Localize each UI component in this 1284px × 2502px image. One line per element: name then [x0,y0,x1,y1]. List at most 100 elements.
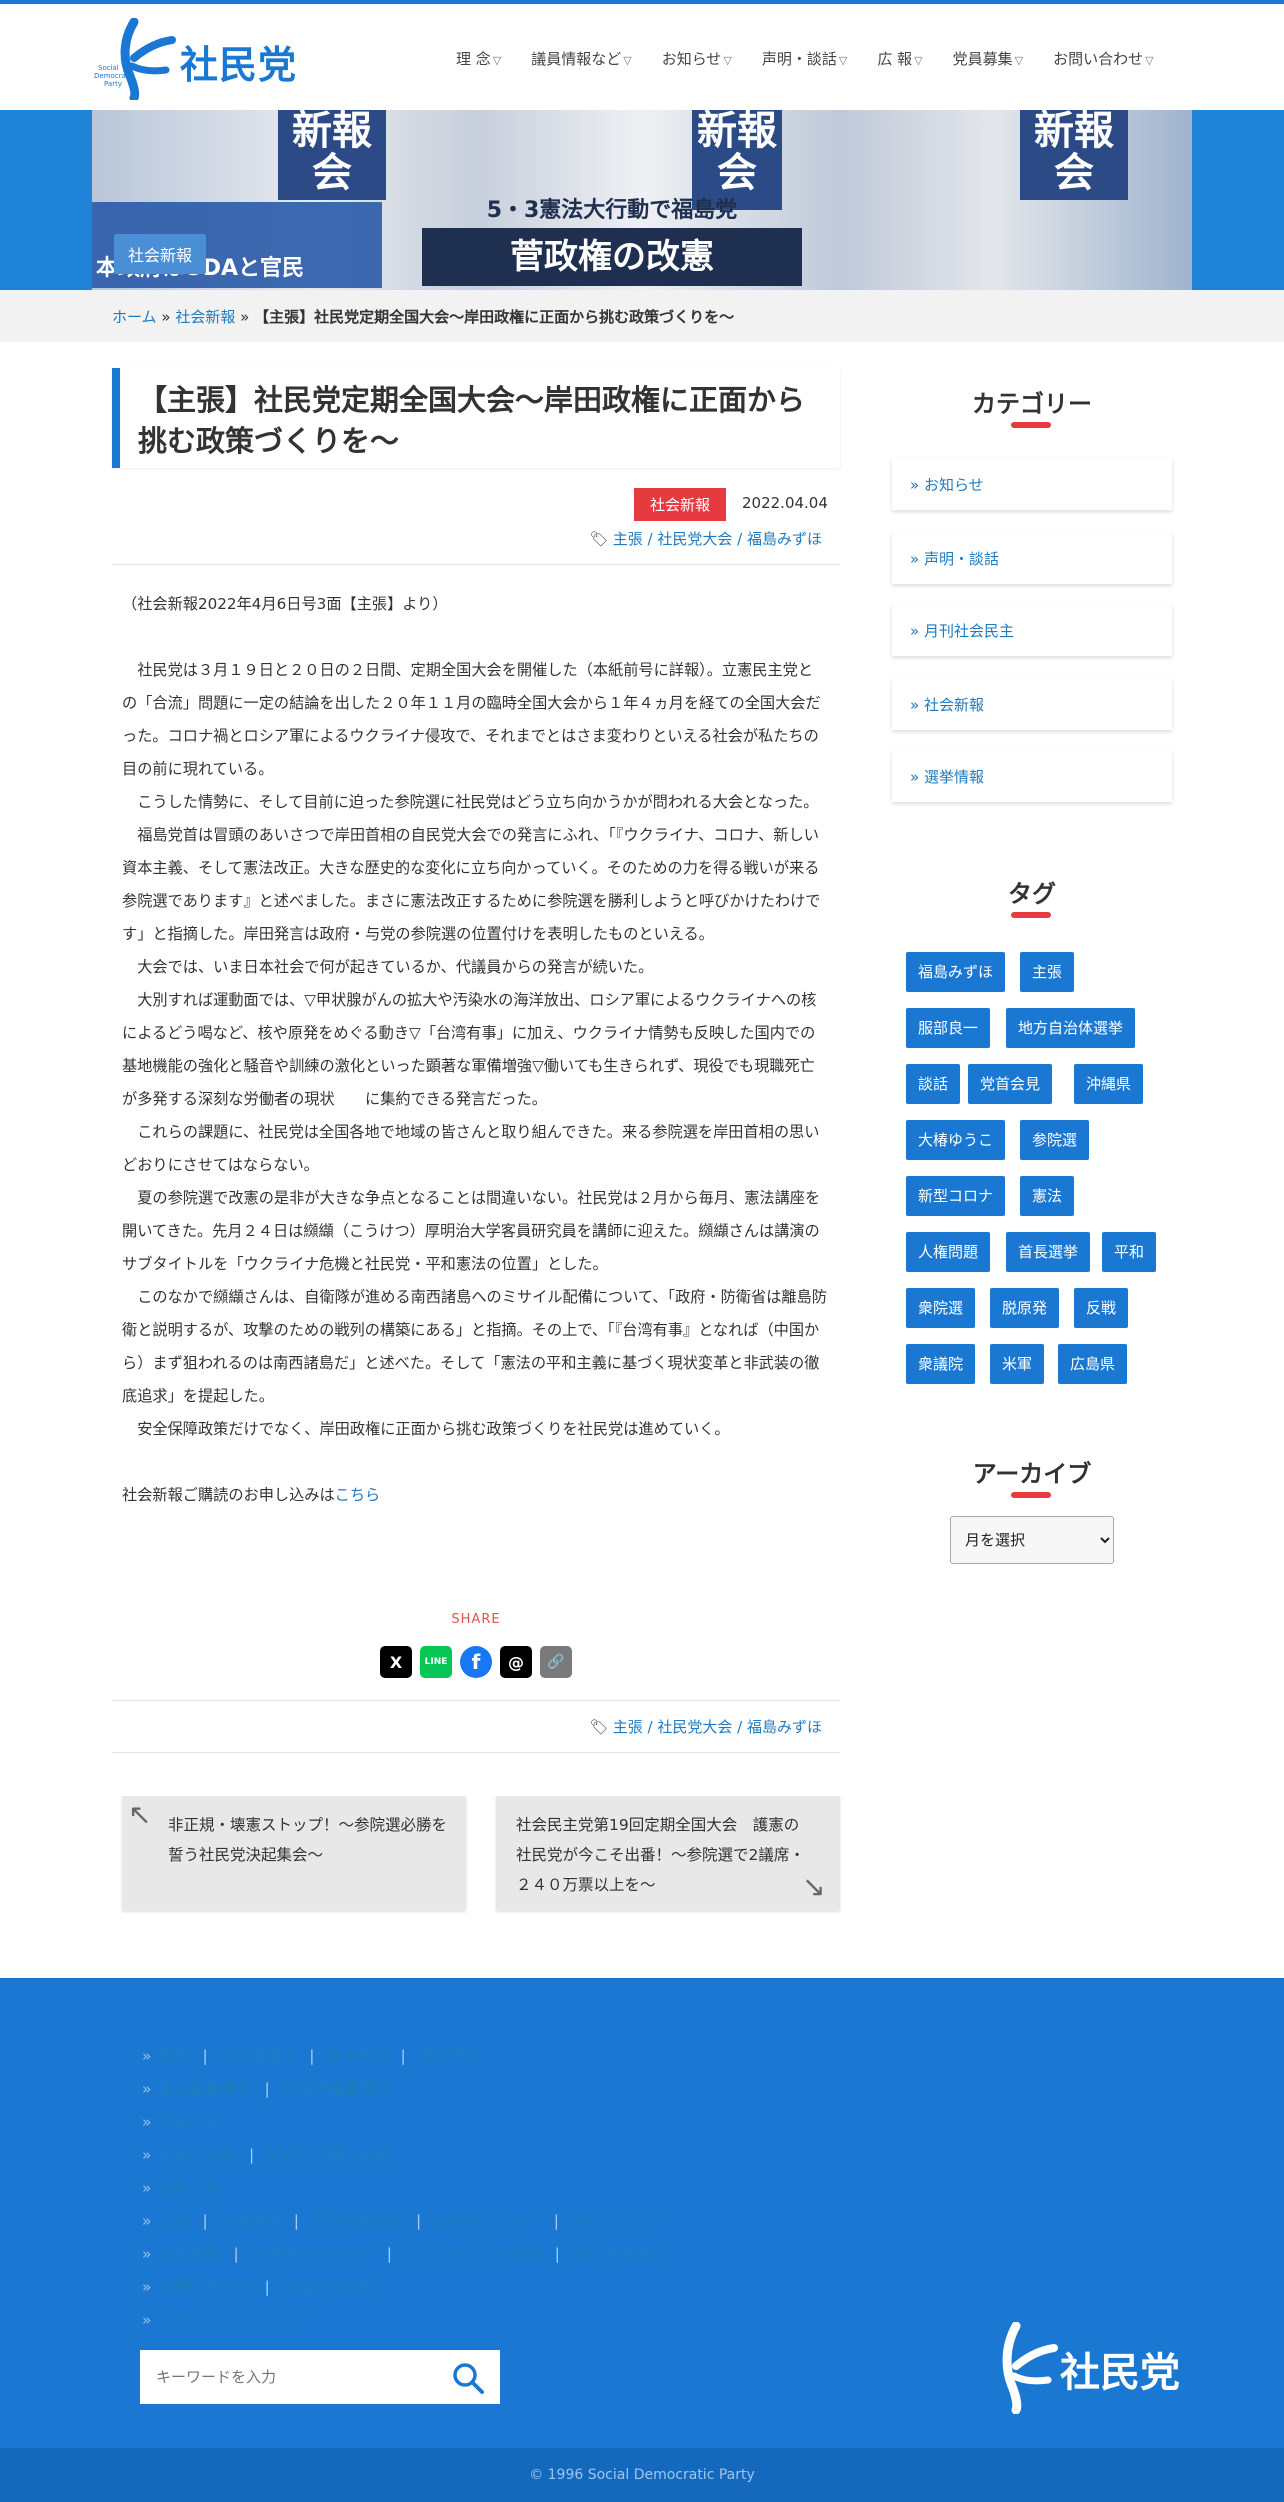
post-tag-link[interactable]: 福島みずほ [747,530,822,548]
sidebar-category-item[interactable]: » 選挙情報 [892,750,1172,802]
footer-bullet: » [142,2212,152,2230]
sidebar-tag[interactable]: 衆議院 [906,1344,976,1384]
search-input[interactable] [156,2350,436,2404]
breadcrumb-bar: ホーム » 社会新報 » 【主張】社民党定期全国大会〜岸田政権に正面から挑む政策… [0,290,1284,342]
footer-logo[interactable]: 社民党 [976,2321,1186,2415]
party-logo-mark: Social Democratic Party [94,17,176,103]
footer-link[interactable]: ダウンロード [571,2212,664,2230]
copyright: © 1996 Social Democratic Party [0,2448,1284,2502]
sidebar-tag[interactable]: 沖縄県 [1074,1064,1144,1104]
sidebar-tag[interactable]: 新型コロナ [906,1176,1006,1216]
footer-link[interactable]: 自治体議員情報 [282,2080,391,2098]
post-tag-link[interactable]: 主張 [613,1718,643,1736]
divider [112,1752,840,1753]
sidebar-tag[interactable]: 大椿ゆうこ [906,1120,1006,1160]
footer-links: » 理念 | 社民党宣言 | 基本政策 | 政策資料» 国会議員情報 | 自治体議員情報» お知らせ»… [142,2040,665,2337]
banner-paper-text: 新報会 [292,110,372,196]
footer-bullet: » [142,2047,152,2065]
footer-separator: | [264,2080,270,2098]
archive-month-select[interactable]: 月を選択 [950,1516,1114,1564]
line-share-icon[interactable]: LINE [420,1646,452,1678]
breadcrumb-section-link[interactable]: 社会新報 [175,308,235,326]
x-share-icon[interactable]: X [380,1646,412,1678]
footer-link[interactable]: 声明・談話 [159,2146,237,2164]
footer-link[interactable]: 選挙情報 [159,2179,221,2197]
next-post-link[interactable]: 社会民主党第19回定期全国大会 護憲の社民党が今こそ出番！〜参院選で2議席・２４… [496,1796,840,1910]
sidebar-tag[interactable]: 広島県 [1058,1344,1128,1384]
footer-link[interactable]: 社民党サポーター [251,2245,375,2263]
sidebar-tag[interactable]: 地方自治体選挙 [1006,1008,1136,1048]
footer-link[interactable]: プライバシーポリシー [159,2311,314,2329]
sidebar-tag[interactable]: 人権問題 [906,1232,991,1272]
footer-link[interactable]: 理念 [159,2047,190,2065]
post-tag-link[interactable]: 社民党大会 [657,530,732,548]
post-tag-link[interactable]: 福島みずほ [747,1718,822,1736]
divider [112,564,840,565]
footer-link[interactable]: 月刊社会民主 [311,2212,404,2230]
sidebar-tag[interactable]: 談話 [906,1064,961,1104]
footer-link[interactable]: ボランティア大募集 [404,2245,543,2263]
nav-item[interactable]: 議員情報など ▽ [531,48,631,69]
footer-link[interactable]: 過去の声明・談話 [266,2146,390,2164]
subscribe-line: 社会新報ご購読のお申し込みはこちら [122,1479,828,1512]
sidebar-category-item[interactable]: » お知らせ [892,458,1172,510]
nav-item[interactable]: お問い合わせ ▽ [1053,48,1153,69]
footer-link[interactable]: 社会新報 [220,2212,282,2230]
footer-link[interactable]: 寄付のお願い [572,2245,665,2263]
chevron-down-icon: ▽ [492,54,502,67]
sidebar-tag[interactable]: 脱原発 [990,1288,1060,1328]
site-logo[interactable]: Social Democratic Party 社民党 [94,17,304,103]
post-tag-link[interactable]: 社民党大会 [657,1718,732,1736]
footer-link[interactable]: お知らせ [159,2113,221,2131]
sidebar-tag[interactable]: 米軍 [990,1344,1045,1384]
footer-link[interactable]: 基本政策 [326,2047,388,2065]
nav-item[interactable]: 党員募集 ▽ [953,48,1023,69]
tag-separator: / [732,530,747,548]
tag-separator: / [642,530,658,548]
nav-item-label: 党員募集 [952,50,1013,68]
footer-link[interactable]: 全国の社民党 [282,2278,375,2296]
copy-link-icon[interactable]: 🔗 [540,1646,572,1678]
sidebar-tag[interactable]: 衆院選 [906,1288,976,1328]
nav-item[interactable]: 理 念 ▽ [456,48,501,69]
footer-link[interactable]: 広報 [159,2212,190,2230]
facebook-share-icon[interactable]: f [460,1646,492,1678]
sidebar-category-label: » 選挙情報 [910,768,984,786]
footer-link[interactable]: お問い合わせ [159,2278,252,2296]
footer-link[interactable]: 党員募集 [159,2245,221,2263]
sidebar-tag[interactable]: 党首会見 [968,1064,1053,1104]
sidebar-tag[interactable]: 反戦 [1074,1288,1129,1328]
sidebar-tag[interactable]: 主張 [1020,952,1075,992]
nav-item[interactable]: お知らせ ▽ [662,48,732,69]
chevron-down-icon: ▽ [723,54,732,67]
footer-link-row: » お知らせ [142,2106,665,2139]
footer-link[interactable]: 政策資料 [418,2047,480,2065]
sidebar-tag[interactable]: 平和 [1102,1232,1157,1272]
sidebar-tag[interactable]: 服部良一 [906,1008,991,1048]
post-tag-link[interactable]: 主張 [613,530,643,548]
breadcrumb-home-link[interactable]: ホーム [112,308,157,326]
post-category-badge[interactable]: 社会新報 [634,488,727,521]
nav-item[interactable]: 広 報 ▽ [877,48,922,69]
threads-share-icon[interactable]: @ [500,1646,532,1678]
tag-separator: / [642,1718,658,1736]
sidebar-tag[interactable]: 憲法 [1020,1176,1075,1216]
footer-link[interactable]: 社民党ポスター [433,2212,542,2230]
footer-link[interactable]: 社民党宣言 [220,2047,298,2065]
sidebar-category-item[interactable]: » 声明・談話 [892,532,1172,584]
nav-item[interactable]: 声明・談話 ▽ [762,48,847,69]
sidebar-category-item[interactable]: » 月刊社会民主 [892,604,1172,656]
footer-bullet: » [142,2179,152,2197]
footer-link[interactable]: 国会議員情報 [159,2080,252,2098]
logo-text: 社民党 [180,43,298,87]
subscribe-link[interactable]: こちら [335,1486,381,1504]
sidebar-tag[interactable]: 首長選挙 [1006,1232,1091,1272]
sidebar-tag[interactable]: 参院選 [1020,1120,1090,1160]
prev-post-link[interactable]: ↖ 非正規・壊憲ストップ！〜参院選必勝を誓う社民党決起集会〜 [122,1796,466,1910]
breadcrumb-current: 【主張】社民党定期全国大会〜岸田政権に正面から挑む政策づくりを〜 [254,308,735,326]
tag-icon: 🏷 [589,1718,609,1736]
sidebar-tag[interactable]: 福島みずほ [906,952,1006,992]
subscribe-text: 社会新報ご購読のお申し込みは [122,1486,335,1504]
sidebar-category-item[interactable]: » 社会新報 [892,678,1172,730]
search-icon[interactable] [450,2360,486,2396]
